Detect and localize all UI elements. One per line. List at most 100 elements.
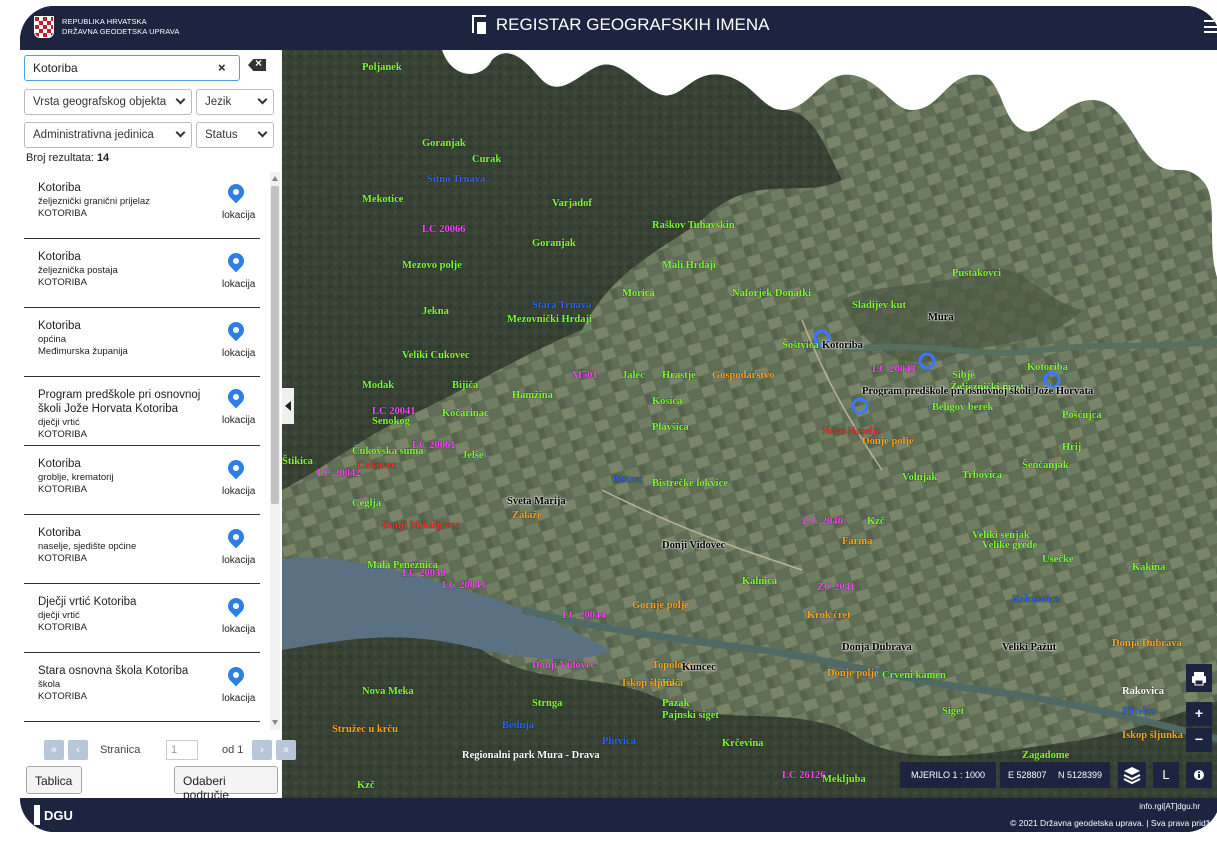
map-place-label[interactable]: Crveni kamen — [882, 670, 946, 681]
scroll-down-icon[interactable] — [272, 720, 278, 725]
map-place-label[interactable]: Stara Trnava — [532, 300, 591, 311]
map-place-label[interactable]: Mekljuba — [822, 774, 866, 785]
map-place-label[interactable]: Varjadof — [552, 198, 592, 209]
map-place-label[interactable]: Jelše — [462, 450, 484, 461]
map-place-label[interactable]: ŽC 2041 — [817, 582, 855, 593]
status-select[interactable]: Status — [196, 122, 274, 148]
scroll-thumb[interactable] — [271, 186, 279, 504]
clear-search-icon[interactable]: × — [218, 60, 226, 75]
admin-unit-select[interactable]: Administrativna jedinica — [24, 122, 192, 148]
map-place-label[interactable]: Modak — [362, 380, 394, 391]
map-pin-icon[interactable] — [224, 385, 248, 409]
map-place-label[interactable]: Donje polje — [827, 668, 879, 679]
map-place-label[interactable]: Šenčanjak — [1022, 460, 1069, 471]
map-place-label[interactable]: Zalaže — [512, 510, 542, 521]
location-link[interactable]: lokacija — [222, 624, 255, 635]
map-place-label[interactable]: Štikica — [282, 456, 313, 467]
map-place-label[interactable]: Gospodarstvo — [712, 370, 774, 381]
map-place-label[interactable]: Curak — [472, 154, 501, 165]
map-place-label[interactable]: Iskop šljunka — [622, 678, 683, 689]
map-place-label[interactable]: Kočarinac — [442, 408, 489, 419]
map-place-label[interactable]: Mezovnički Hrdaji — [507, 314, 592, 325]
map-place-label[interactable]: Sibje — [952, 370, 975, 381]
table-button[interactable]: Tablica — [26, 766, 82, 794]
map-place-label[interactable]: Pošćujca — [1062, 410, 1102, 421]
map-place-label[interactable]: Plitvica — [1122, 706, 1156, 717]
map-place-label[interactable]: Sitno Trnava — [427, 174, 485, 185]
map-view[interactable]: Poljanek Goranjak Curak Sitno Trnava Mekotic… — [282, 50, 1217, 798]
object-type-select[interactable]: Vrsta geografskog objekta — [24, 89, 192, 115]
map-place-label[interactable]: Goranjak — [422, 138, 466, 149]
map-place-label[interactable]: Mezovo polje — [402, 260, 462, 271]
map-place-label[interactable]: Donja Dubrava — [842, 642, 912, 653]
map-place-label[interactable]: Kotoriba — [1027, 362, 1068, 373]
scroll-up-icon[interactable] — [272, 176, 278, 181]
map-place-label[interactable]: Poljanek — [362, 62, 402, 73]
result-item[interactable]: Program predškole pri osnovnoj školi Jož… — [24, 377, 260, 446]
map-place-label[interactable]: M501 — [572, 370, 598, 381]
first-page-button[interactable]: « — [44, 740, 64, 760]
map-place-label[interactable]: Naforjek Donatki — [732, 288, 811, 299]
map-place-label[interactable]: Sveta Marija — [507, 496, 566, 507]
prev-page-button[interactable]: ‹ — [68, 740, 88, 760]
map-place-label[interactable]: Donja Dubrava — [1112, 638, 1182, 649]
map-place-label[interactable]: Hrastje — [662, 370, 696, 381]
map-place-label[interactable]: Krčevina — [722, 738, 763, 749]
map-place-label[interactable]: LC 20044 — [562, 610, 605, 621]
map-place-label[interactable]: Trbovica — [962, 470, 1002, 481]
map-place-label[interactable]: LC 20043 — [872, 364, 915, 375]
map-place-label[interactable]: Rakovica — [1122, 686, 1164, 697]
map-place-label[interactable]: Donje polje — [862, 436, 914, 447]
language-select[interactable]: Jezik — [196, 89, 274, 115]
map-place-label[interactable]: Sladijev kut — [852, 300, 906, 311]
map-place-label[interactable]: Veliki Pažut — [1002, 642, 1056, 653]
map-place-label[interactable]: Bijiča — [452, 380, 478, 391]
map-place-label[interactable]: Bednja — [502, 720, 534, 731]
map-place-label[interactable]: Nova Meka — [362, 686, 414, 697]
location-link[interactable]: lokacija — [222, 555, 255, 566]
map-place-label[interactable]: Senokog — [372, 416, 410, 427]
result-item[interactable]: Kotoriba groblje, krematorij KOTORIBA lokac… — [24, 446, 260, 515]
zoom-in-button[interactable]: + — [1186, 702, 1212, 726]
map-place-label[interactable]: Kzč — [357, 780, 375, 791]
result-item[interactable]: Dječji vrtić Kotoriba dječji vrtić KOTORIB… — [24, 584, 260, 653]
map-place-label[interactable]: Hamžina — [512, 390, 553, 401]
map-place-label[interactable]: Bistrec — [612, 474, 643, 485]
contact-email[interactable]: info.rgi[AT]dgu.hr — [1139, 802, 1200, 811]
last-page-button[interactable]: » — [276, 740, 296, 760]
map-place-label[interactable]: Beligov berek — [932, 402, 993, 413]
map-place-label[interactable]: Krok čret — [807, 610, 851, 621]
map-place-label[interactable]: Pazak — [662, 698, 689, 709]
map-place-label[interactable]: LC 26126 — [782, 770, 825, 781]
map-place-label[interactable]: Zagadome — [1022, 750, 1069, 761]
map-place-label[interactable]: Kotoriba — [822, 340, 863, 351]
map-place-label[interactable]: Donji Vidovec — [532, 660, 595, 671]
location-link[interactable]: lokacija — [222, 486, 255, 497]
layers-button[interactable] — [1118, 762, 1146, 788]
map-place-label[interactable]: Gornje polje — [632, 600, 689, 611]
map-place-label[interactable]: Goranjak — [532, 238, 576, 249]
location-link[interactable]: lokacija — [222, 348, 255, 359]
map-place-label[interactable]: Mekotice — [362, 194, 403, 205]
map-place-label[interactable]: Plavšica — [652, 422, 689, 433]
map-place-label[interactable]: Kuncec — [682, 662, 716, 673]
map-pin-icon[interactable] — [224, 594, 248, 618]
map-place-label[interactable]: Program predškole pri osnovnoj školi Jož… — [862, 386, 1093, 397]
map-place-label[interactable]: Donji Mihaljevec — [382, 520, 459, 531]
map-place-label[interactable]: Rakovnica — [1012, 594, 1060, 605]
map-place-label[interactable]: Mura — [928, 312, 954, 323]
map-place-label[interactable]: Kosica — [652, 396, 682, 407]
map-place-label[interactable]: Šoštvica — [782, 340, 819, 351]
map-place-label[interactable]: LC 20042 — [317, 468, 360, 479]
map-place-label[interactable]: Jekna — [422, 306, 449, 317]
map-place-label[interactable]: Ž.C 2040 — [802, 516, 843, 527]
layer-toggle-button[interactable]: L — [1153, 762, 1179, 788]
map-pin-icon[interactable] — [224, 525, 248, 549]
result-item[interactable]: Stara osnovna škola Kotoriba škola KOTORIB… — [24, 653, 260, 722]
map-pin-icon[interactable] — [224, 663, 248, 687]
result-item[interactable]: Osnovna škola Jože Horvata Kotoriba — [24, 722, 260, 730]
map-place-label[interactable]: Cukovec — [357, 460, 396, 471]
select-area-button[interactable]: Odaberi područje — [174, 766, 278, 802]
collapse-panel-button[interactable] — [282, 388, 294, 424]
result-item[interactable]: Kotoriba općina Međimurska županija lokacij… — [24, 308, 260, 377]
